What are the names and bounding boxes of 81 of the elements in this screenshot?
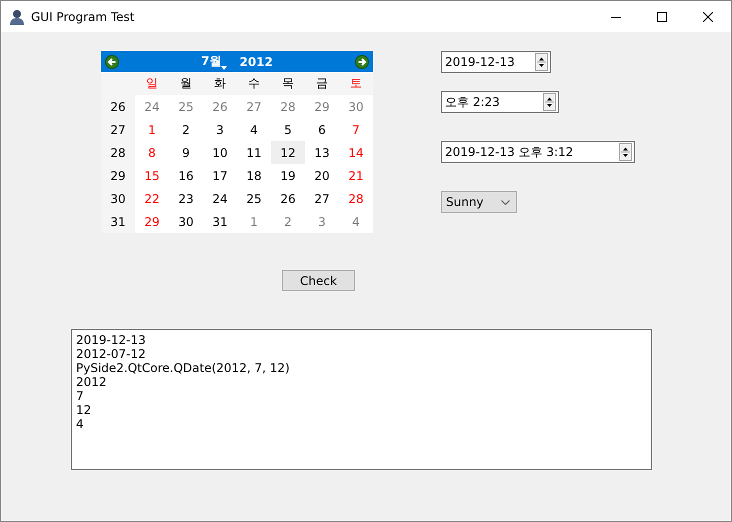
week-number: 27	[101, 118, 135, 141]
output-line: PySide2.QtCore.QDate(2012, 7, 12)	[76, 361, 291, 375]
maximize-icon	[657, 12, 667, 22]
previous-month-icon[interactable]	[105, 54, 119, 68]
time-field[interactable]: 오후 2:23	[441, 91, 559, 113]
weekday-label: 토	[339, 72, 373, 95]
weekday-label: 금	[305, 72, 339, 95]
day-cell[interactable]: 19	[271, 164, 305, 187]
day-cell[interactable]: 31	[203, 210, 237, 233]
output-line: 2019-12-13	[76, 333, 147, 347]
spin-buttons[interactable]	[619, 143, 632, 161]
day-cell[interactable]: 3	[203, 118, 237, 141]
day-cell[interactable]: 30	[169, 210, 203, 233]
day-cell[interactable]: 6	[305, 118, 339, 141]
week-number: 31	[101, 210, 135, 233]
date-field[interactable]: 2019-12-13	[441, 51, 551, 73]
day-cell[interactable]: 2	[169, 118, 203, 141]
day-cell[interactable]: 15	[135, 164, 169, 187]
output-line: 12	[76, 403, 92, 417]
day-cell[interactable]: 24	[135, 95, 169, 118]
day-cell[interactable]: 13	[305, 141, 339, 164]
next-month-icon[interactable]	[354, 54, 369, 68]
weekday-label: 목	[271, 72, 305, 95]
day-cell[interactable]: 27	[305, 187, 339, 210]
day-cell[interactable]: 3	[305, 210, 339, 233]
caret-icon	[221, 66, 228, 70]
week-number: 28	[101, 141, 135, 164]
day-cell[interactable]: 11	[237, 141, 271, 164]
day-cell[interactable]: 1	[135, 118, 169, 141]
day-cell[interactable]: 24	[203, 187, 237, 210]
output-line: 4	[76, 417, 85, 431]
output-line: 2012-07-12	[76, 347, 147, 361]
day-cell[interactable]: 5	[271, 118, 305, 141]
day-cell[interactable]: 30	[339, 95, 373, 118]
day-cell[interactable]: 1	[237, 210, 271, 233]
check-button[interactable]: Check	[282, 270, 355, 291]
day-cell[interactable]: 25	[169, 95, 203, 118]
year-label[interactable]: 2012	[239, 54, 273, 68]
day-cell[interactable]: 28	[339, 187, 373, 210]
day-cell[interactable]: 9	[169, 141, 203, 164]
day-cell[interactable]: 4	[237, 118, 271, 141]
window-title: GUI Program Test	[31, 10, 136, 24]
close-icon	[703, 12, 713, 22]
chevron-down-icon	[501, 200, 510, 204]
weekday-label: 일	[135, 72, 169, 95]
day-cell[interactable]: 21	[339, 164, 373, 187]
day-cell[interactable]: 10	[203, 141, 237, 164]
day-cell[interactable]: 28	[271, 95, 305, 118]
weekday-label: 수	[237, 72, 271, 95]
day-cell[interactable]: 17	[203, 164, 237, 187]
spin-buttons[interactable]	[535, 53, 548, 71]
person-icon	[9, 8, 25, 24]
output-line: 7	[76, 389, 85, 403]
day-cell[interactable]: 18	[237, 164, 271, 187]
week-number: 29	[101, 164, 135, 187]
weekday-label: 화	[203, 72, 237, 95]
day-cell[interactable]: 27	[237, 95, 271, 118]
weekday-label: 월	[169, 72, 203, 95]
day-cell[interactable]: 26	[271, 187, 305, 210]
day-cell[interactable]: 4	[339, 210, 373, 233]
weather-dropdown[interactable]: Sunny	[441, 191, 517, 213]
week-number: 30	[101, 187, 135, 210]
day-cell[interactable]: 8	[135, 141, 169, 164]
day-cell[interactable]: 25	[237, 187, 271, 210]
day-cell[interactable]: 16	[169, 164, 203, 187]
day-cell[interactable]: 22	[135, 187, 169, 210]
day-cell[interactable]: 14	[339, 141, 373, 164]
datetime-field[interactable]: 2019-12-13 오후 3:12	[441, 141, 635, 163]
day-cell[interactable]: 23	[169, 187, 203, 210]
day-cell[interactable]: 7	[339, 118, 373, 141]
day-cell[interactable]: 26	[203, 95, 237, 118]
week-number: 26	[101, 95, 135, 118]
day-cell[interactable]: 29	[305, 95, 339, 118]
spin-buttons[interactable]	[543, 93, 556, 111]
output-text-area[interactable]: 2019-12-13 2012-07-12 PySide2.QtCore.QDate(2012, 7, 12) 2012 7 12 4	[71, 329, 652, 470]
month-selector[interactable]: 7월	[201, 53, 228, 70]
day-cell[interactable]: 20	[305, 164, 339, 187]
day-cell[interactable]: 29	[135, 210, 169, 233]
output-line: 2012	[76, 375, 108, 389]
day-cell[interactable]: 12	[271, 141, 305, 164]
day-cell[interactable]: 2	[271, 210, 305, 233]
